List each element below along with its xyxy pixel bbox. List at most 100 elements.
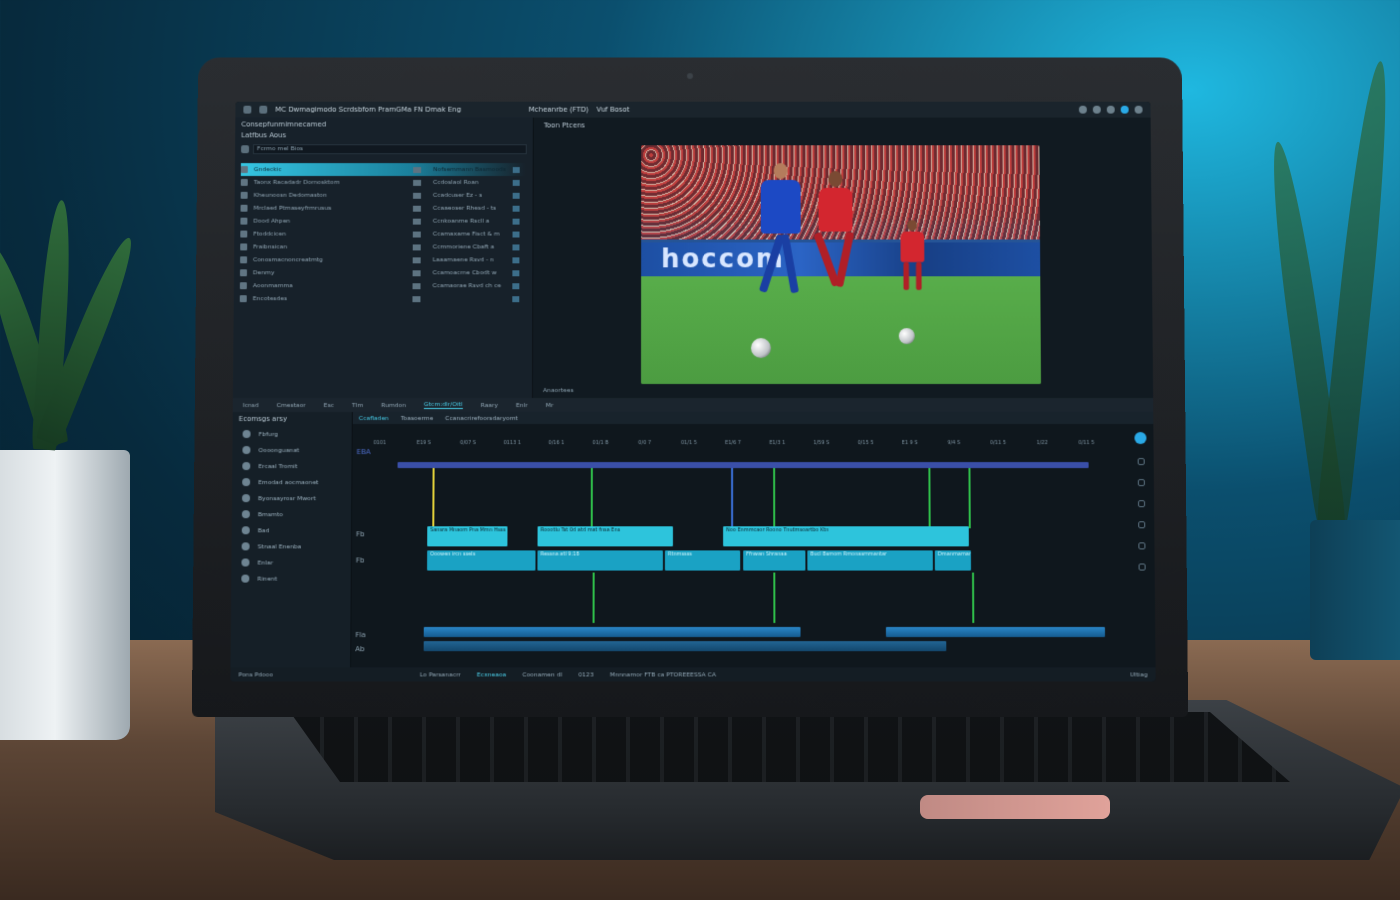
effect-icon — [242, 462, 251, 471]
window-title: MC Dwmagimodo Scrdsbfom PramGMa FN Dmak … — [275, 105, 462, 114]
media-name: Gndeckic — [253, 166, 282, 174]
audio-clip[interactable] — [423, 626, 801, 638]
media-list-item[interactable]: Gndeckic Nofsemmann Basmoods — [240, 163, 526, 176]
time-ruler[interactable]: 0101 E19 S 0/07 S 0113 1 0/16 1 01/1 B 0/0 7 01… — [363, 440, 1104, 460]
toolbar-item[interactable]: Esc — [324, 401, 334, 408]
toolbar-item[interactable]: Gtcm:dlr/Oitl — [423, 400, 463, 409]
ruler-tick-label: E1 9 S — [901, 440, 918, 447]
webcam — [687, 73, 693, 80]
media-list-item[interactable]: Mrclaed Ptmaseyfrmrusus Ccaaeoser Rhesd -… — [240, 202, 525, 215]
media-type: Ccnkoanme Rscll a — [432, 217, 490, 225]
link-icon[interactable] — [1137, 500, 1145, 508]
media-name: Mrclaed Ptmaseyfrmrusus — [253, 204, 332, 212]
video-clip[interactable]: Ressna atl 9:18 — [537, 550, 663, 571]
effects-panel: Ecomsgs arsy Fbfurg Oooonguanat Ercaal Tro… — [230, 411, 353, 682]
user-icon[interactable] — [1078, 105, 1087, 114]
effect-item[interactable]: Bmsmto — [232, 506, 351, 522]
effect-item[interactable]: Emodad aocmaonet — [232, 474, 351, 490]
media-list-item[interactable]: Dood Ahpen Ccnkoanme Rscll a — [240, 215, 525, 228]
browser-subtitle: Latfbus Aous — [241, 131, 287, 140]
audio-clip[interactable] — [885, 626, 1106, 638]
refresh-icon[interactable] — [259, 105, 268, 114]
media-type: Ccaaeoser Rhesd - ts — [432, 204, 497, 212]
media-list-item[interactable]: Taonx Racadadr Dornosktom Ccdoslaol Roan — [240, 176, 526, 189]
marker-line[interactable] — [590, 468, 593, 529]
status-tab-active[interactable]: Ecxneaoa — [477, 671, 506, 678]
timeline-tab[interactable]: Ccanacrirefoorsdaryomt — [445, 414, 518, 421]
timeline-tab[interactable]: Ccafladen — [359, 414, 389, 421]
gear-icon[interactable] — [1106, 105, 1115, 114]
toolbar-item[interactable]: Icnsd — [243, 401, 259, 408]
media-list-item[interactable]: Denmy Ccamoacrne Cbodt w — [239, 266, 525, 279]
toolbar-item[interactable]: Mr — [546, 401, 554, 408]
video-clip[interactable]: Rtnmssss — [664, 550, 741, 571]
marker-line[interactable] — [968, 468, 971, 529]
playhead[interactable] — [432, 468, 435, 529]
toolbar-item[interactable]: Enlr — [516, 401, 528, 408]
pen-icon[interactable] — [1137, 542, 1145, 550]
work-area-bar[interactable] — [397, 462, 1089, 469]
ruler-tick-label: 0/0 7 — [638, 440, 652, 447]
video-preview[interactable]: hoccom — [641, 145, 1041, 385]
marker-line[interactable] — [592, 572, 595, 623]
ruler-tick-label: 1/22 — [1036, 440, 1048, 447]
slip-icon[interactable] — [1137, 521, 1145, 529]
project-subtab[interactable]: Vuf Bosot — [597, 106, 630, 114]
menu-icon[interactable] — [243, 105, 252, 114]
close-icon[interactable] — [1134, 105, 1143, 114]
video-clip[interactable]: Dmanmamand — [934, 550, 972, 571]
effect-item[interactable]: Rinent — [231, 571, 351, 587]
toolbar-item[interactable]: Raary — [481, 401, 498, 408]
audio-clip[interactable] — [423, 641, 947, 652]
toolbar-item[interactable]: Cmestaor — [277, 401, 306, 408]
media-list-item[interactable]: Kheunoosn Dedomaston Ccadcuser Ez - s — [240, 189, 526, 202]
timeline-tab[interactable]: Toasoerme — [401, 414, 433, 421]
video-clip[interactable]: Noo Enmmcaor Roono Tnutmsoartbo Ktn — [723, 526, 969, 547]
toolbar-item[interactable]: Rumdon — [381, 401, 406, 408]
effect-item[interactable]: Stnaal Enenba — [231, 538, 350, 554]
video-clip[interactable]: Ooowen ircn ssels — [427, 550, 536, 571]
media-list-item[interactable]: Conosmacnoncreatmtg Laaamaene Rsvd - n — [240, 253, 525, 266]
chat-icon[interactable] — [1092, 105, 1101, 114]
video-clip[interactable]: Ffnwan Shranaa — [743, 550, 806, 571]
marker-line[interactable] — [773, 468, 776, 529]
ruler-tick-label: 01/1 5 — [680, 440, 697, 447]
media-list-item[interactable]: Encotesdes — [239, 292, 526, 305]
marker-line[interactable] — [928, 468, 931, 529]
status-icon — [512, 269, 520, 276]
snap-icon[interactable] — [1137, 479, 1145, 487]
effect-item[interactable]: Ercaal Tromit — [232, 458, 351, 474]
marker-line[interactable] — [731, 468, 734, 529]
marker-line[interactable] — [972, 572, 975, 623]
effect-item[interactable]: Bad — [232, 522, 351, 538]
file-icon — [240, 178, 248, 186]
status-icon — [512, 256, 520, 263]
razor-icon[interactable] — [1137, 458, 1145, 466]
effect-label: Byonsayrosr Mwort — [258, 494, 316, 502]
media-type: Laaamaene Rsvd - n — [432, 256, 494, 264]
toolbar-item[interactable]: Tlm — [352, 401, 363, 408]
media-list-item[interactable]: Aoonmamma Ccamaorae Rsvd ch ce — [239, 279, 526, 292]
ruler-tick-label: 9/4 S — [947, 440, 961, 447]
title-bar: MC Dwmagimodo Scrdsbfom PramGMa FN Dmak … — [235, 101, 1151, 118]
ruler-tick-label: 0/16 1 — [548, 440, 565, 447]
marker-line[interactable] — [773, 572, 776, 623]
video-clip[interactable]: Sansra Mnaom Pna Mmn Hsss — [427, 526, 508, 547]
share-icon[interactable] — [1120, 105, 1129, 114]
effect-item[interactable]: Fbfurg — [232, 426, 351, 442]
status-tab[interactable]: Lo Parsanacrr — [420, 671, 461, 678]
status-tab[interactable]: Coonamen dl — [522, 671, 562, 678]
track-label-v1: Fb — [356, 530, 365, 539]
play-icon[interactable] — [1134, 432, 1147, 445]
video-clip[interactable]: Bucl Bsmom Rmonasmmantar — [807, 550, 933, 571]
timeline-panel: Ccafladen Toasoerme Ccanacrirefoorsdaryomt… — [351, 411, 1156, 682]
project-tab[interactable]: Mcheanrbe (FTD) — [529, 106, 589, 114]
effect-item[interactable]: Enlar — [231, 554, 351, 570]
browser-search-input[interactable]: Fcrmo mel Bios — [252, 144, 527, 155]
zoom-icon[interactable] — [1138, 563, 1146, 571]
effect-item[interactable]: Oooonguanat — [232, 442, 351, 458]
media-list-item[interactable]: Fraibnsican Ccmmoriene Cbaft a — [240, 240, 525, 253]
media-list-item[interactable]: Ftoddcicen Ccamaxame Fisct & m — [240, 228, 525, 241]
video-clip[interactable]: Roootlu Tst 0d atd mat fnsa Ens — [537, 526, 673, 547]
effect-item[interactable]: Byonsayrosr Mwort — [232, 490, 351, 506]
